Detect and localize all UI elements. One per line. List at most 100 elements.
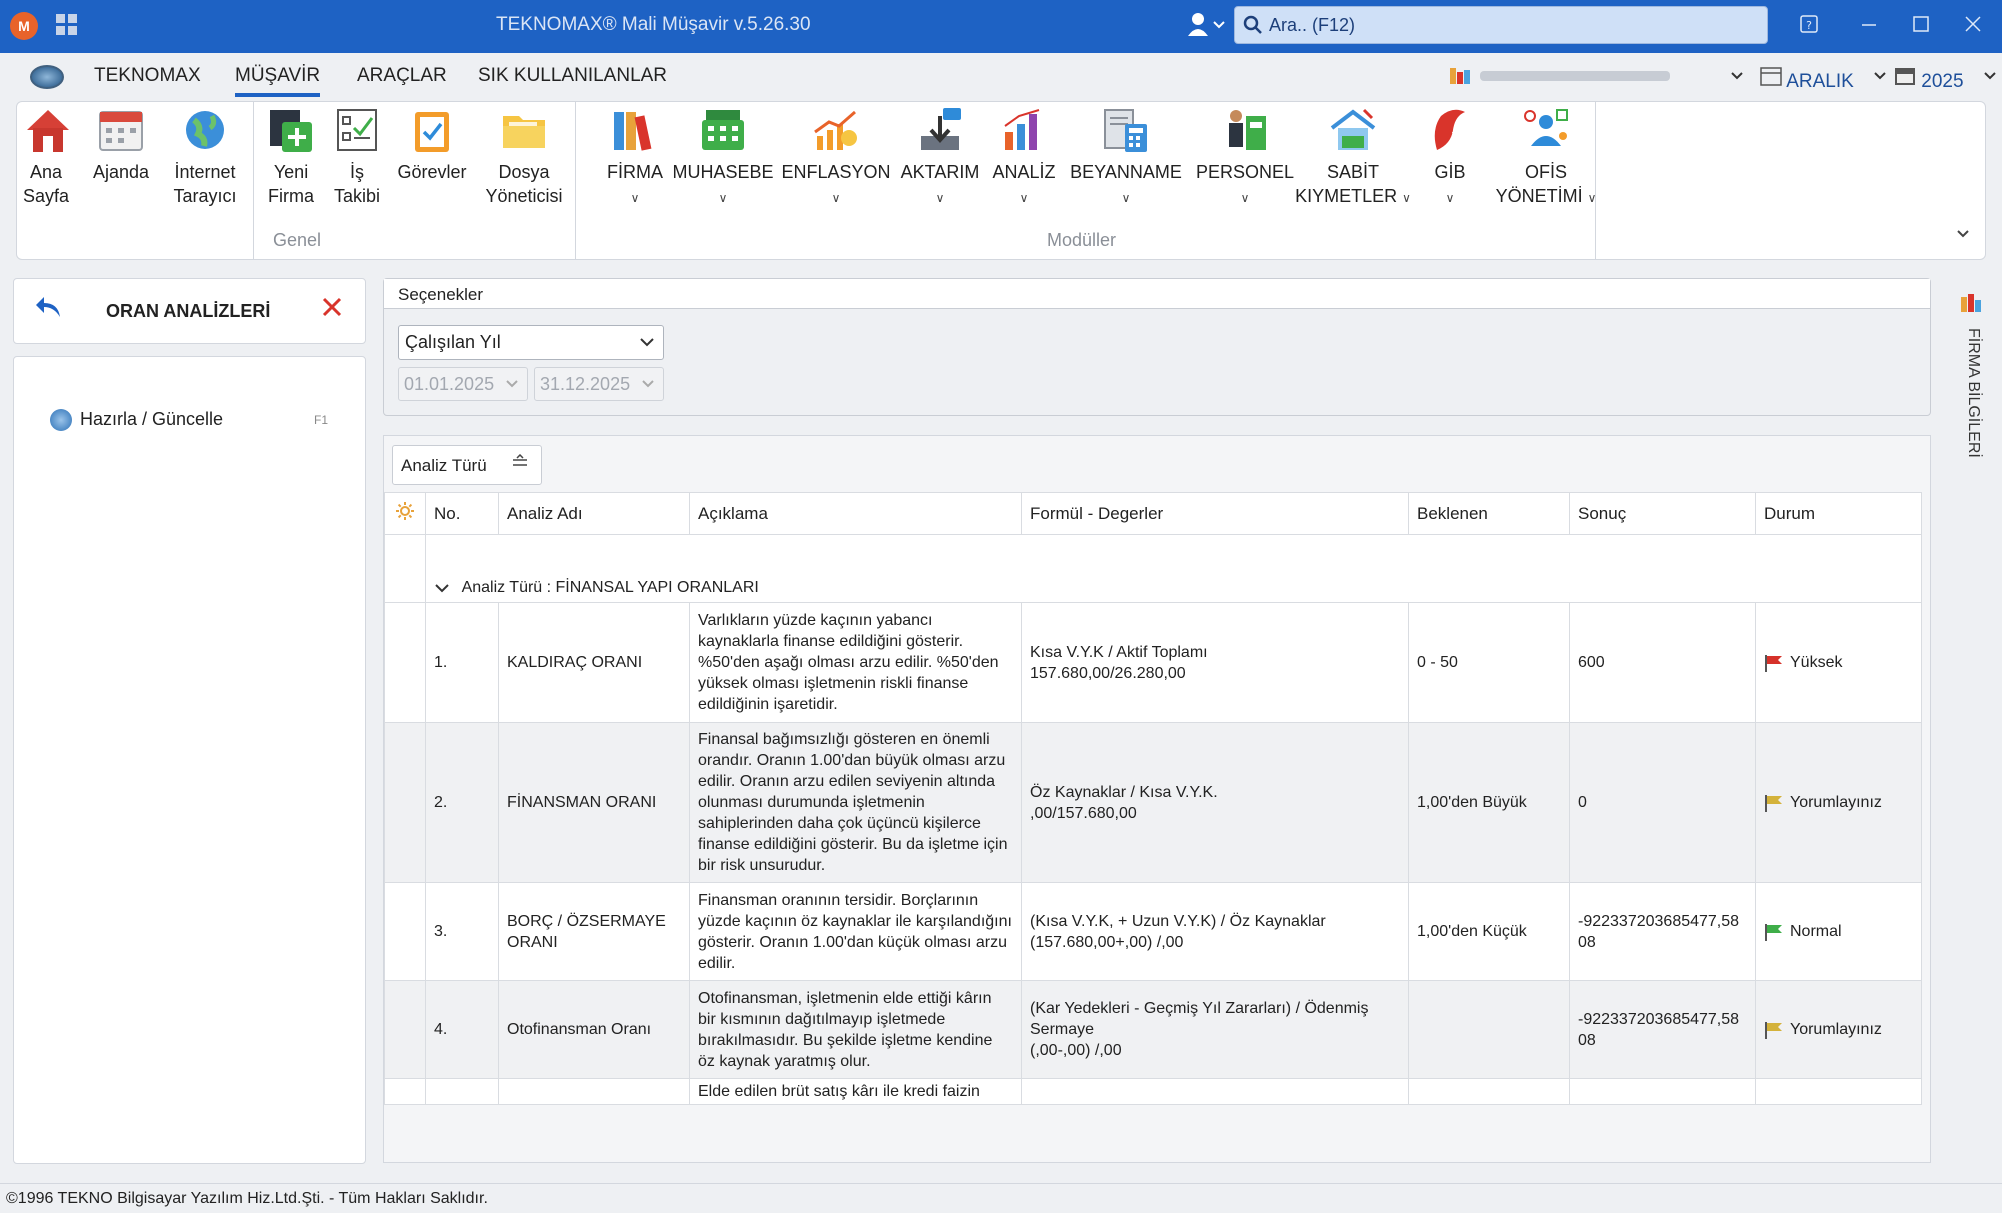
office-management-icon <box>1524 109 1568 146</box>
analysis-grid-area: Analiz Türü No. Analiz Adı Açıklama Form… <box>383 435 1931 1163</box>
cell-no <box>425 1078 499 1105</box>
title-bar: M TEKNOMAX® Mali Müşavir v.5.26.30 Ara..… <box>0 0 2002 53</box>
column-header-name[interactable]: Analiz Adı <box>498 492 690 535</box>
chevron-down-icon <box>641 375 655 396</box>
clipboard-icon <box>415 112 449 152</box>
cell-name: FİNANSMAN ORANI <box>498 722 690 883</box>
table-header-row: No. Analiz Adı Açıklama Formül - Degerle… <box>384 492 1922 535</box>
left-action-panel: Hazırla / Güncelle F1 <box>13 356 366 1164</box>
ribbon-group-label-general: Genel <box>273 230 322 250</box>
ribbon-collapse-chevron-icon[interactable] <box>1955 226 1971 247</box>
personnel-icon <box>1229 110 1266 150</box>
module-muhasebe-button[interactable]: MUHASEBE ∨ <box>671 106 775 210</box>
cell-description: Finansal bağımsızlığı gösteren en önemli… <box>689 722 1022 883</box>
cell-result: 0 <box>1569 722 1756 883</box>
company-info-label: FİRMA BİLGİLERİ <box>1965 328 1982 458</box>
table-row[interactable]: 4. Otofinansman Oranı Otofinansman, işletm… <box>384 980 1922 1079</box>
prepare-update-button[interactable]: Hazırla / Güncelle <box>50 409 224 432</box>
cell-description: Otofinansman, işletmenin elde ettiği kâr… <box>689 980 1022 1079</box>
cell-expected <box>1408 1078 1570 1105</box>
menu-sik-kullanilanlar[interactable]: SIK KULLANILANLAR <box>478 65 667 87</box>
panel-title: ORAN ANALİZLERİ <box>106 301 271 321</box>
module-sabit-kiymetler-button[interactable]: SABİT KIYMETLER ∨ <box>1293 106 1413 210</box>
declaration-icon <box>1104 109 1147 152</box>
company-info-side-tab[interactable]: FİRMA BİLGİLERİ <box>1958 292 1986 472</box>
user-menu-icon[interactable] <box>1188 12 1228 44</box>
prepare-update-label: Hazırla / Güncelle <box>80 409 224 429</box>
close-window-icon[interactable] <box>1964 12 1982 42</box>
app-logo-icon[interactable]: M <box>10 12 38 40</box>
table-row[interactable]: 1. KALDIRAÇ ORANI Varlıkların yüzde kaçını… <box>384 602 1922 723</box>
column-settings-icon[interactable] <box>384 492 426 535</box>
svg-text:?: ? <box>1806 19 1812 32</box>
window-title: TEKNOMAX® Mali Müşavir v.5.26.30 <box>496 14 811 35</box>
file-manager-button[interactable]: Dosya Yöneticisi <box>479 106 569 208</box>
module-firma-button[interactable]: FİRMA ∨ <box>585 106 685 210</box>
close-icon[interactable] <box>320 293 344 328</box>
chevron-down-icon: ∨ <box>1445 191 1455 205</box>
column-header-status[interactable]: Durum <box>1755 492 1922 535</box>
column-header-formula[interactable]: Formül - Degerler <box>1021 492 1409 535</box>
new-company-icon <box>270 110 312 152</box>
company-info-icon <box>1961 294 1981 312</box>
company-chevron-down-icon[interactable] <box>1730 65 1744 93</box>
cell-formula: (Kar Yedekleri - Geçmiş Yıl Zararları) /… <box>1021 980 1409 1079</box>
group-row[interactable]: Analiz Türü : FİNANSAL YAPI ORANLARI <box>384 534 1922 603</box>
period-select-value: Çalışılan Yıl <box>405 332 501 352</box>
internet-browser-button[interactable]: İnternet Tarayıcı <box>165 106 245 208</box>
company-selector[interactable] <box>1450 65 1710 93</box>
chevron-down-icon: ∨ <box>1402 191 1411 205</box>
home-button[interactable]: Ana Sayfa <box>23 106 69 208</box>
sort-icon[interactable] <box>511 453 529 479</box>
cell-expected: 1,00'den Büyük <box>1408 722 1570 883</box>
group-collapse-chevron-icon[interactable] <box>434 581 450 595</box>
cell-formula: (Kısa V.Y.K, + Uzun V.Y.K) / Öz Kaynakla… <box>1021 882 1409 981</box>
cell-no: 1. <box>425 602 499 723</box>
table-row[interactable]: 2. FİNANSMAN ORANI Finansal bağımsızlığı g… <box>384 722 1922 883</box>
maximize-icon[interactable] <box>1912 12 1930 42</box>
chevron-down-icon: ∨ <box>1240 191 1250 205</box>
minimize-icon[interactable] <box>1860 12 1878 42</box>
row-indicator-cell <box>384 602 426 723</box>
status-bar: ©1996 TEKNO Bilgisayar Yazılım Hiz.Ltd.Ş… <box>0 1183 2002 1213</box>
task-list-icon <box>337 109 377 151</box>
new-company-button[interactable]: Yeni Firma <box>261 106 321 208</box>
layout-grid-icon[interactable] <box>56 14 78 36</box>
help-icon[interactable]: ? <box>1800 12 1818 42</box>
cell-expected: 0 - 50 <box>1408 602 1570 723</box>
column-header-expected[interactable]: Beklenen <box>1408 492 1570 535</box>
menu-musavir[interactable]: MÜŞAVİR <box>235 65 321 97</box>
module-ofis-yonetimi-button[interactable]: OFİS YÖNETİMİ ∨ <box>1471 106 1621 210</box>
status-label: Yorumlayınız <box>1790 1021 1882 1038</box>
module-aktarim-button[interactable]: AKTARIM ∨ <box>895 106 985 210</box>
agenda-button[interactable]: Ajanda <box>93 106 149 184</box>
tasks-button[interactable]: Görevler <box>391 106 473 184</box>
group-row-label: Analiz Türü : FİNANSAL YAPI ORANLARI <box>461 579 759 596</box>
search-input[interactable]: Ara.. (F12) <box>1234 6 1768 44</box>
job-tracking-button[interactable]: İş Takibi <box>329 106 385 208</box>
back-arrow-icon[interactable] <box>34 295 64 328</box>
month-selector[interactable]: ARALIK <box>1760 65 1889 93</box>
table-row[interactable]: 3. BORÇ / ÖZSERMAYE ORANI Finansman oranın… <box>384 882 1922 981</box>
globe-icon <box>186 111 224 149</box>
group-by-chip[interactable]: Analiz Türü <box>392 445 542 485</box>
module-enflasyon-button[interactable]: ENFLASYON ∨ <box>781 106 891 210</box>
cell-status: Yorumlayınız <box>1755 722 1922 883</box>
cell-no: 3. <box>425 882 499 981</box>
chevron-down-icon: ∨ <box>1019 191 1029 205</box>
chevron-down-icon: ∨ <box>1121 191 1131 205</box>
date-to-field[interactable]: 31.12.2025 <box>534 367 664 401</box>
cell-no: 4. <box>425 980 499 1079</box>
column-header-description[interactable]: Açıklama <box>689 492 1022 535</box>
table-row[interactable]: Elde edilen brüt satış kârı ile kredi fa… <box>384 1078 1922 1105</box>
cell-formula <box>1021 1078 1409 1105</box>
column-header-result[interactable]: Sonuç <box>1569 492 1756 535</box>
menu-teknomax[interactable]: TEKNOMAX <box>94 65 201 87</box>
cell-name: BORÇ / ÖZSERMAYE ORANI <box>498 882 690 981</box>
menu-araclar[interactable]: ARAÇLAR <box>357 65 447 87</box>
period-select[interactable]: Çalışılan Yıl <box>398 325 664 360</box>
options-panel: Seçenekler Çalışılan Yıl 01.01.2025 31.1… <box>383 278 1931 416</box>
year-selector[interactable]: 2025 <box>1894 65 1999 93</box>
column-header-no[interactable]: No. <box>425 492 499 535</box>
date-from-field[interactable]: 01.01.2025 <box>398 367 528 401</box>
